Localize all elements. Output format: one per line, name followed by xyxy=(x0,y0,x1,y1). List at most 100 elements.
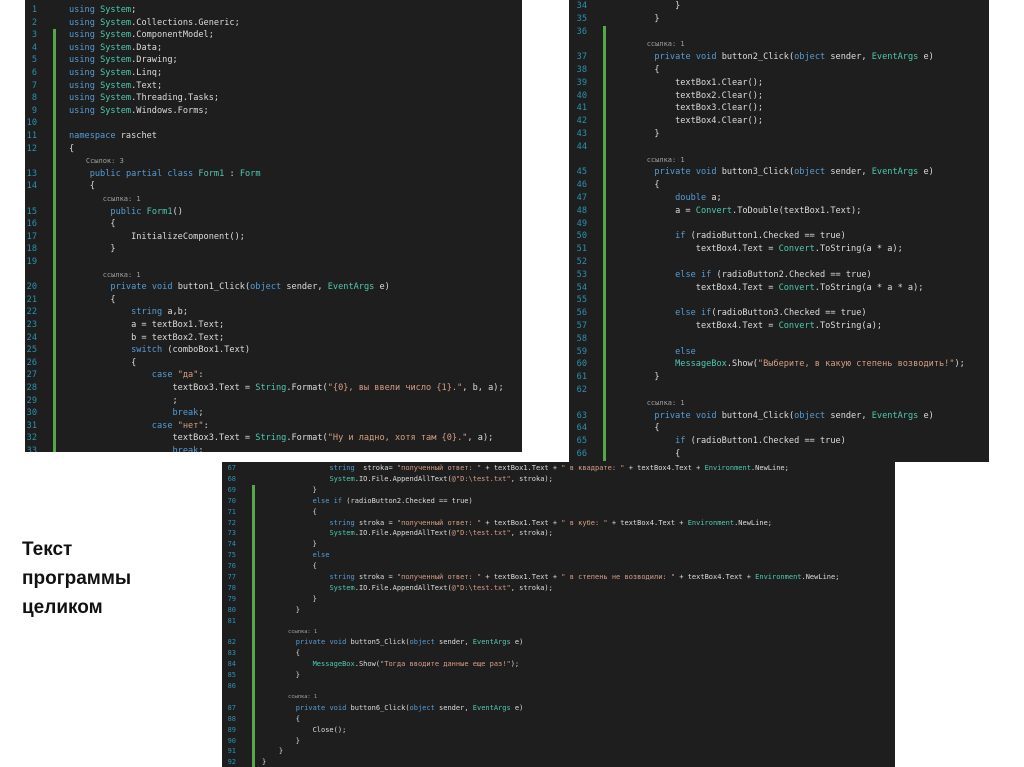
code-lens-hint[interactable]: Ссылок: 3 xyxy=(25,155,522,168)
code-line[interactable]: 23 a = textBox1.Text; xyxy=(25,319,522,332)
code-line[interactable]: 44 xyxy=(569,141,989,154)
code-line[interactable]: 7 using System.Text; xyxy=(25,80,522,93)
code-line[interactable]: 46 { xyxy=(569,179,989,192)
code-line[interactable]: 38 { xyxy=(569,64,989,77)
code-line[interactable]: 2 using System.Collections.Generic; xyxy=(25,17,522,30)
code-line[interactable]: 88 { xyxy=(222,714,895,725)
code-line[interactable]: 53 else if (radioButton2.Checked == true… xyxy=(569,269,989,282)
code-line[interactable]: 83 { xyxy=(222,648,895,659)
code-line[interactable]: 87 private void button6_Click(object sen… xyxy=(222,703,895,714)
code-line[interactable]: 35 } xyxy=(569,13,989,26)
code-line[interactable]: 1 using System; xyxy=(25,4,522,17)
code-line[interactable]: 54 textBox4.Text = Convert.ToString(a * … xyxy=(569,282,989,295)
code-line[interactable]: 79 } xyxy=(222,594,895,605)
code-line[interactable]: 51 textBox4.Text = Convert.ToString(a * … xyxy=(569,243,989,256)
code-line[interactable]: 62 xyxy=(569,384,989,397)
code-line[interactable]: 24 b = textBox2.Text; xyxy=(25,332,522,345)
code-line[interactable]: 9 using System.Windows.Forms; xyxy=(25,105,522,118)
code-line[interactable]: 20 private void button1_Click(object sen… xyxy=(25,281,522,294)
code-line[interactable]: 33 break; xyxy=(25,445,522,452)
code-line[interactable]: 65 if (radioButton1.Checked == true) xyxy=(569,435,989,448)
code-line[interactable]: 67 string stroka= "полученный ответ: " +… xyxy=(222,463,895,474)
code-line[interactable]: 4 using System.Data; xyxy=(25,42,522,55)
code-line[interactable]: 61 } xyxy=(569,371,989,384)
code-line[interactable]: 71 { xyxy=(222,507,895,518)
code-line[interactable]: 50 if (radioButton1.Checked == true) xyxy=(569,230,989,243)
code-line[interactable]: 29 ; xyxy=(25,395,522,408)
code-line[interactable]: 78 System.IO.File.AppendAllText(@"D:\tes… xyxy=(222,583,895,594)
code-line[interactable]: 48 a = Convert.ToDouble(textBox1.Text); xyxy=(569,205,989,218)
code-line[interactable]: 39 textBox1.Clear(); xyxy=(569,77,989,90)
code-line[interactable]: 41 textBox3.Clear(); xyxy=(569,102,989,115)
code-lens-hint[interactable]: ссылка: 1 xyxy=(25,193,522,206)
code-line[interactable]: 31 case "нет": xyxy=(25,420,522,433)
code-line[interactable]: 76 { xyxy=(222,561,895,572)
code-line[interactable]: 84 MessageBox.Show("Тогда вводите данные… xyxy=(222,659,895,670)
code-line[interactable]: 64 { xyxy=(569,422,989,435)
code-line[interactable]: 43 } xyxy=(569,128,989,141)
code-line[interactable]: 59 else xyxy=(569,346,989,359)
code-line[interactable]: 27 case "да": xyxy=(25,369,522,382)
code-line[interactable]: 72 string stroka = "полученный ответ: " … xyxy=(222,518,895,529)
code-line[interactable]: 73 System.IO.File.AppendAllText(@"D:\tes… xyxy=(222,528,895,539)
code-line[interactable]: 52 xyxy=(569,256,989,269)
code-line[interactable]: 55 xyxy=(569,294,989,307)
code-line[interactable]: 37 private void button2_Click(object sen… xyxy=(569,51,989,64)
code-line[interactable]: 26 { xyxy=(25,357,522,370)
code-line[interactable]: 3 using System.ComponentModel; xyxy=(25,29,522,42)
code-line[interactable]: 85 } xyxy=(222,670,895,681)
code-line[interactable]: 18 } xyxy=(25,243,522,256)
code-line[interactable]: 40 textBox2.Clear(); xyxy=(569,90,989,103)
code-line[interactable]: 81 xyxy=(222,616,895,627)
code-line[interactable]: 25 switch (comboBox1.Text) xyxy=(25,344,522,357)
code-lens-hint[interactable]: ссылка: 1 xyxy=(25,269,522,282)
code-line[interactable]: 5 using System.Drawing; xyxy=(25,54,522,67)
code-line[interactable]: 63 private void button4_Click(object sen… xyxy=(569,410,989,423)
code-line[interactable]: 13 public partial class Form1 : Form xyxy=(25,168,522,181)
code-line[interactable]: 6 using System.Linq; xyxy=(25,67,522,80)
code-line[interactable]: 70 else if (radioButton2.Checked == true… xyxy=(222,496,895,507)
code-line[interactable]: 47 double a; xyxy=(569,192,989,205)
code-line[interactable]: 60 MessageBox.Show("Выберите, в какую ст… xyxy=(569,358,989,371)
code-line[interactable]: 68 System.IO.File.AppendAllText(@"D:\tes… xyxy=(222,474,895,485)
code-lens-hint[interactable]: ссылка: 1 xyxy=(222,692,895,703)
code-line[interactable]: 32 textBox3.Text = String.Format("Ну и л… xyxy=(25,432,522,445)
code-line[interactable]: 90 } xyxy=(222,736,895,747)
code-line[interactable]: 56 else if(radioButton3.Checked == true) xyxy=(569,307,989,320)
code-line[interactable]: 21 { xyxy=(25,294,522,307)
code-line[interactable]: 30 break; xyxy=(25,407,522,420)
code-lens-hint[interactable]: ссылка: 1 xyxy=(569,154,989,167)
code-line[interactable]: 36 xyxy=(569,26,989,39)
code-line[interactable]: 45 private void button3_Click(object sen… xyxy=(569,166,989,179)
code-line[interactable]: 58 xyxy=(569,333,989,346)
code-lens-hint[interactable]: ссылка: 1 xyxy=(222,627,895,638)
code-line[interactable]: 92} xyxy=(222,757,895,767)
code-line[interactable]: 34 } xyxy=(569,0,989,13)
code-line[interactable]: 82 private void button5_Click(object sen… xyxy=(222,637,895,648)
code-line[interactable]: 89 Close(); xyxy=(222,725,895,736)
code-lens-hint[interactable]: ссылка: 1 xyxy=(569,397,989,410)
code-line[interactable]: 17 InitializeComponent(); xyxy=(25,231,522,244)
code-line[interactable]: 91 } xyxy=(222,746,895,757)
code-line[interactable]: 15 public Form1() xyxy=(25,206,522,219)
code-line[interactable]: 16 { xyxy=(25,218,522,231)
code-line[interactable]: 75 else xyxy=(222,550,895,561)
code-line[interactable]: 8 using System.Threading.Tasks; xyxy=(25,92,522,105)
code-line[interactable]: 86 xyxy=(222,681,895,692)
code-line[interactable]: 19 xyxy=(25,256,522,269)
code-line[interactable]: 77 string stroka = "полученный ответ: " … xyxy=(222,572,895,583)
code-line[interactable]: 66 { xyxy=(569,448,989,461)
code-line[interactable]: 12 { xyxy=(25,143,522,156)
code-line[interactable]: 11 namespace raschet xyxy=(25,130,522,143)
code-line[interactable]: 14 { xyxy=(25,180,522,193)
code-line[interactable]: 57 textBox4.Text = Convert.ToString(a); xyxy=(569,320,989,333)
code-line[interactable]: 28 textBox3.Text = String.Format("{0}, в… xyxy=(25,382,522,395)
code-line[interactable]: 80 } xyxy=(222,605,895,616)
code-line[interactable]: 42 textBox4.Clear(); xyxy=(569,115,989,128)
code-line[interactable]: 74 } xyxy=(222,539,895,550)
code-line[interactable]: 69 } xyxy=(222,485,895,496)
code-lens-hint[interactable]: ссылка: 1 xyxy=(569,38,989,51)
code-line[interactable]: 22 string a,b; xyxy=(25,306,522,319)
code-line[interactable]: 10 xyxy=(25,117,522,130)
code-line[interactable]: 49 xyxy=(569,218,989,231)
